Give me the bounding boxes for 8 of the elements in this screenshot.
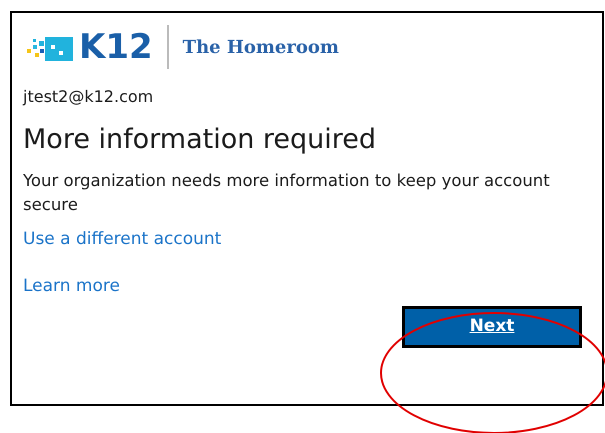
text-link[interactable]: Learn more (23, 274, 120, 300)
text-link[interactable]: Use a different account (23, 226, 222, 252)
info-message: Your organization needs more information to keep your account secure (23, 170, 551, 216)
account-email: jtest2@k12.com (23, 86, 154, 108)
page-title: More information required (23, 123, 378, 157)
brand-logo-text: K12 (79, 30, 153, 64)
product-name: The Homeroom (182, 36, 339, 60)
next-button[interactable]: Next (402, 306, 582, 348)
